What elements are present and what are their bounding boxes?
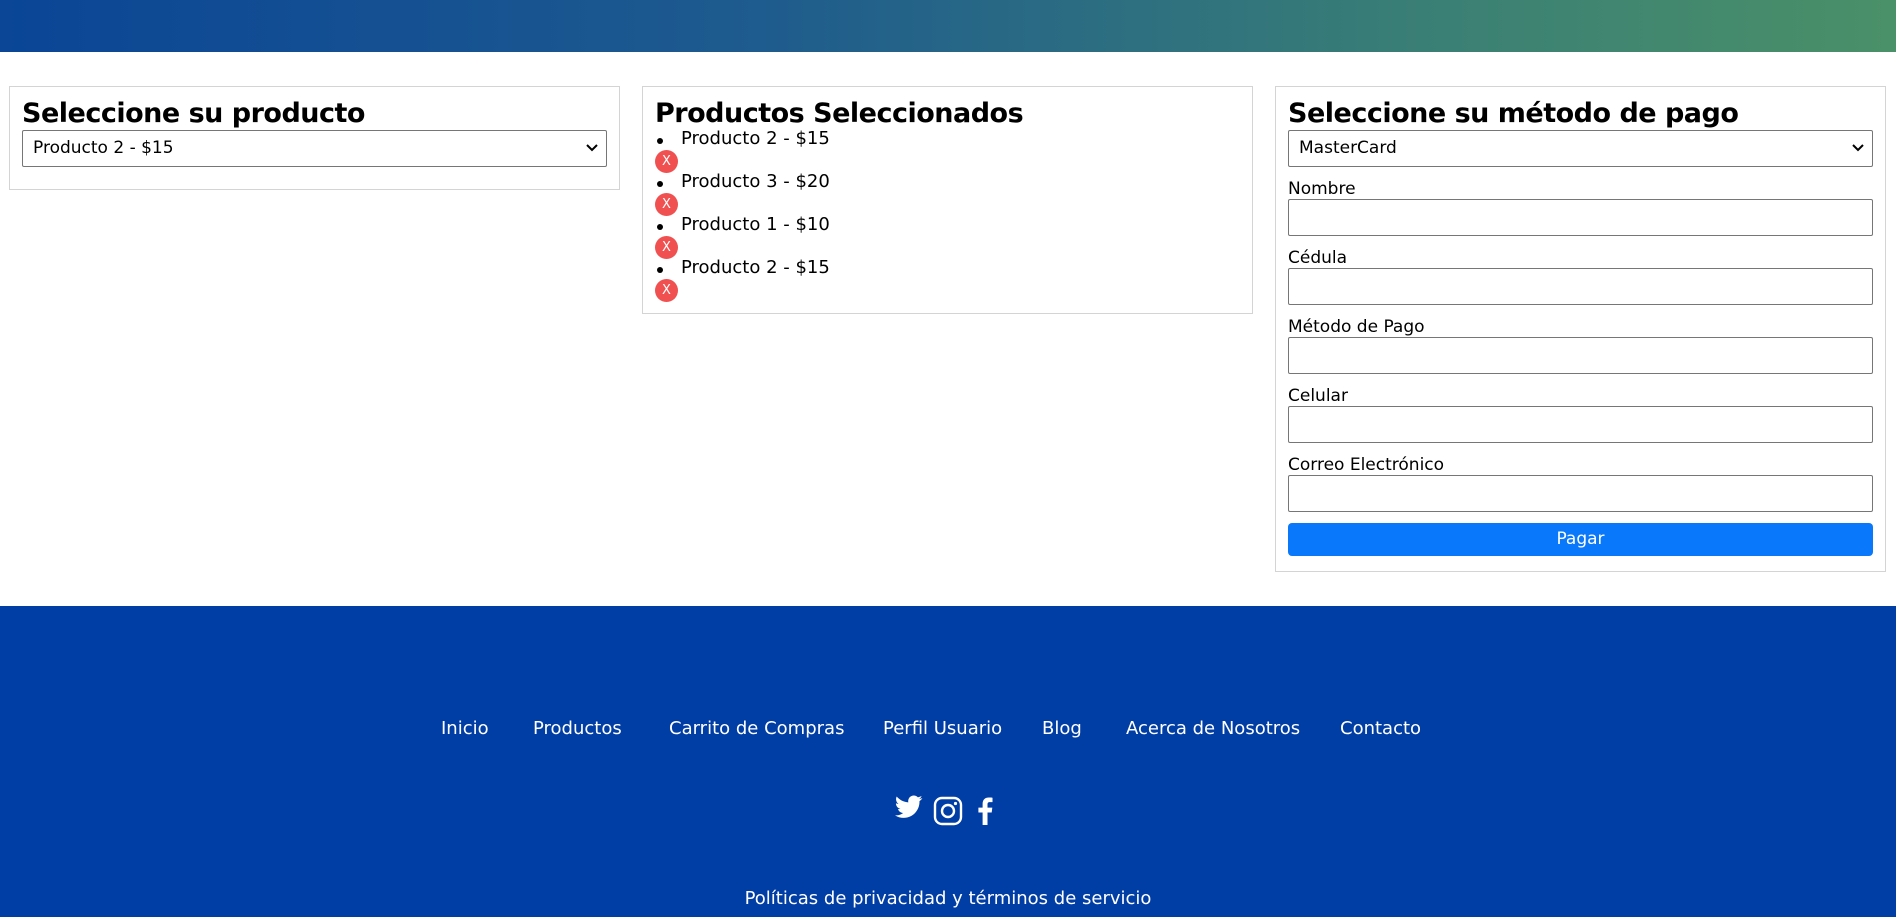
product-select[interactable]: Producto 2 - $15 (22, 130, 607, 167)
nav-link-blog[interactable]: Blog (1042, 718, 1082, 740)
nav-link-contacto[interactable]: Contacto (1340, 718, 1421, 740)
nav-link-inicio[interactable]: Inicio (441, 718, 489, 740)
phone-field[interactable] (1288, 406, 1873, 443)
nav-link-productos[interactable]: Productos (533, 718, 622, 740)
item-label: Producto 1 - $10 (681, 214, 830, 235)
list-item: Producto 3 - $20 X (655, 171, 1240, 216)
twitter-icon[interactable] (894, 795, 923, 823)
list-item: Producto 2 - $15 X (655, 128, 1240, 173)
item-label: Producto 2 - $15 (681, 257, 830, 278)
product-select-panel: Seleccione su producto Producto 2 - $15 (9, 86, 620, 190)
chevron-down-icon (586, 131, 598, 166)
nav-link-acerca[interactable]: Acerca de Nosotros (1126, 718, 1300, 740)
product-select-value: Producto 2 - $15 (33, 138, 174, 158)
name-label: Nombre (1288, 179, 1356, 199)
selected-products-list: Producto 2 - $15 X Producto 3 - $20 X Pr… (655, 128, 1240, 302)
list-item: Producto 1 - $10 X (655, 214, 1240, 259)
nav-link-perfil[interactable]: Perfil Usuario (883, 718, 1002, 740)
facebook-icon[interactable] (977, 797, 993, 829)
remove-button[interactable]: X (655, 193, 678, 216)
selected-products-panel: Productos Seleccionados Producto 2 - $15… (642, 86, 1253, 314)
phone-label: Celular (1288, 386, 1348, 406)
policy-link[interactable]: Políticas de privacidad y términos de se… (0, 888, 1896, 910)
pay-button[interactable]: Pagar (1288, 523, 1873, 556)
instagram-icon[interactable] (933, 796, 963, 830)
item-label: Producto 2 - $15 (681, 128, 830, 149)
name-field[interactable] (1288, 199, 1873, 236)
payment-method-select[interactable]: MasterCard (1288, 130, 1873, 167)
item-label: Producto 3 - $20 (681, 171, 830, 192)
payment-panel-title: Seleccione su método de pago (1288, 98, 1739, 129)
product-panel-title: Seleccione su producto (22, 98, 365, 129)
email-field[interactable] (1288, 475, 1873, 512)
remove-button[interactable]: X (655, 236, 678, 259)
header-banner (0, 0, 1896, 52)
payment-method-label: Método de Pago (1288, 317, 1425, 337)
chevron-down-icon (1852, 131, 1864, 166)
email-label: Correo Electrónico (1288, 455, 1445, 475)
remove-button[interactable]: X (655, 279, 678, 302)
nav-link-carrito[interactable]: Carrito de Compras (669, 718, 844, 740)
payment-method-field[interactable] (1288, 337, 1873, 374)
footer: Inicio Productos Carrito de Compras Perf… (0, 606, 1896, 917)
selected-panel-title: Productos Seleccionados (655, 98, 1024, 129)
bullet (657, 267, 663, 273)
payment-method-value: MasterCard (1299, 138, 1397, 158)
payment-panel: Seleccione su método de pago MasterCard … (1275, 86, 1886, 572)
list-item: Producto 2 - $15 X (655, 257, 1240, 302)
id-field[interactable] (1288, 268, 1873, 305)
bullet (657, 181, 663, 187)
bullet (657, 138, 663, 144)
id-label: Cédula (1288, 248, 1348, 268)
remove-button[interactable]: X (655, 150, 678, 173)
bullet (657, 224, 663, 230)
